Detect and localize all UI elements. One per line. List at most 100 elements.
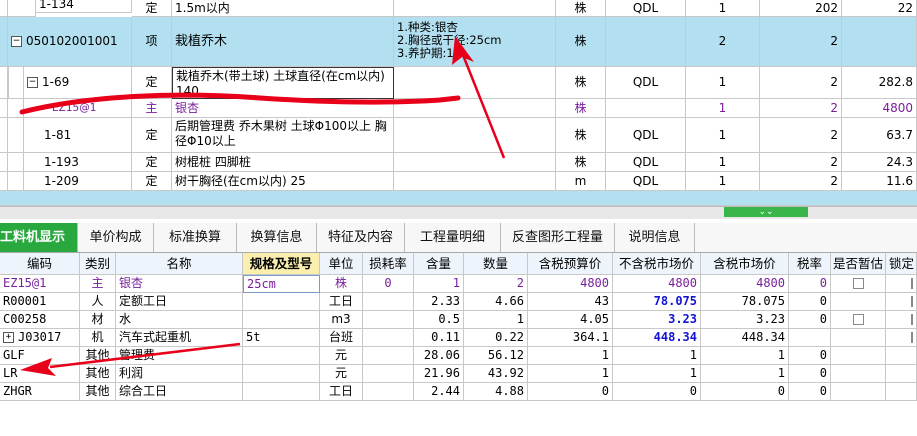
pane-splitter[interactable]: ⌄⌄: [0, 206, 917, 219]
code-cell-text: EZ15@1: [3, 276, 47, 290]
spec-cell: 5t: [243, 329, 320, 347]
header-loss-rate[interactable]: 损耗率: [363, 253, 414, 275]
table-row[interactable]: − 1-69 定 栽植乔木(带土球) 土球直径(在cm以内) 140 株 QDL…: [0, 67, 917, 99]
budget-price-cell: 1: [528, 365, 613, 383]
tab-material-display[interactable]: 工料机显示: [0, 223, 78, 252]
header-provisional[interactable]: 是否暂估: [831, 253, 886, 275]
header-market-price-in[interactable]: 含税市场价: [701, 253, 789, 275]
type-cell: 定: [132, 118, 172, 153]
spec-cell: [243, 365, 320, 383]
amount-cell: 202: [760, 0, 842, 17]
type-cell: 定: [132, 0, 172, 17]
lock-checkbox[interactable]: [911, 296, 913, 307]
header-tax-rate[interactable]: 税率: [789, 253, 831, 275]
code-cell: 1-209: [24, 172, 132, 191]
tax-rate-cell: 0: [789, 275, 831, 293]
table-row[interactable]: [0, 191, 917, 206]
table-row[interactable]: C00258 材 水 m3 0.5 1 4.05 3.23 3.23 0: [0, 311, 917, 329]
name-cell[interactable]: 银杏: [116, 275, 243, 293]
table-row[interactable]: 1-209 定 树干胸径(在cm以内) 25 m QDL 1 2 11.6: [0, 172, 917, 191]
header-budget-price[interactable]: 含税预算价: [528, 253, 613, 275]
spec-cell[interactable]: 25cm: [243, 275, 320, 293]
provisional-checkbox[interactable]: [852, 278, 864, 289]
tab-unit-price[interactable]: 单价构成: [78, 223, 154, 252]
tab-standard-conversion[interactable]: 标准换算: [154, 223, 237, 252]
header-content[interactable]: 含量: [414, 253, 464, 275]
name-cell: 树干胸径(在cm以内) 25: [172, 172, 394, 191]
table-row[interactable]: ZHGR 其他 综合工日 工日 2.44 4.88 0 0 0 0: [0, 383, 917, 401]
unit-cell: 工日: [320, 383, 363, 401]
header-lock[interactable]: 锁定: [886, 253, 917, 275]
expand-icon[interactable]: +: [3, 332, 14, 343]
header-name[interactable]: 名称: [116, 253, 243, 275]
tax-rate-cell-text: 0: [819, 366, 827, 380]
table-row[interactable]: 1-193 定 树棍桩 四脚桩 株 QDL 1 2 24.3: [0, 153, 917, 172]
loss-rate-cell: [363, 383, 414, 401]
code-cell-text: LR: [3, 366, 18, 380]
collapse-icon[interactable]: −: [27, 77, 38, 88]
splitter-toggle-icon[interactable]: ⌄⌄: [724, 207, 808, 217]
content-cell: 0.5: [414, 311, 464, 329]
table-row[interactable]: LR 其他 利润 元 21.96 43.92 1 1 1 0: [0, 365, 917, 383]
tab-quantity-detail[interactable]: 工程量明细: [405, 223, 501, 252]
code-cell: + J03017: [0, 329, 80, 347]
qdl-cell: QDL: [606, 118, 686, 153]
amount-cell: 2: [760, 67, 842, 99]
collapse-icon[interactable]: −: [11, 36, 22, 47]
content-cell: 28.06: [414, 347, 464, 365]
spec-cell-text: 5t: [246, 330, 261, 344]
provisional-checkbox[interactable]: [852, 314, 864, 325]
tab-features[interactable]: 特征及内容: [317, 223, 405, 252]
lock-checkbox[interactable]: [911, 278, 913, 289]
budget-price-cell-text: 0: [601, 384, 609, 398]
table-row[interactable]: 1-134 定 1.5m以内 株 QDL 1 202 22: [0, 0, 917, 17]
table-row[interactable]: GLF 其他 管理费 元 28.06 56.12 1 1 1 0: [0, 347, 917, 365]
spec-cell-text: 25cm: [247, 276, 276, 291]
lock-checkbox[interactable]: [911, 332, 913, 343]
type-cell: 定: [132, 153, 172, 172]
qdl-cell: QDL: [606, 67, 686, 99]
header-unit[interactable]: 单位: [320, 253, 363, 275]
type-cell-text: 其他: [85, 366, 110, 380]
lock-cell: [886, 365, 917, 383]
name-cell-text: 银杏: [119, 276, 144, 290]
table-row[interactable]: EZ15@1 主 银杏 25cm 株 0 1 2 4800 4800 4800 0: [0, 275, 917, 293]
header-code[interactable]: 编码: [0, 253, 80, 275]
name-cell: 后期管理费 乔木果树 土球Φ100以上 胸径Φ10以上: [172, 118, 394, 153]
market-price-ex-cell-text: 1: [689, 348, 697, 362]
table-row-selected[interactable]: − 050102001001 项 栽植乔木 1.种类:银杏 2.胸径或干径:25…: [0, 17, 917, 67]
header-quantity[interactable]: 数量: [464, 253, 528, 275]
table-row[interactable]: + J03017 机 汽车式起重机 5t 台班 0.11 0.22 364.1 448.34 448…: [0, 329, 917, 347]
tab-description[interactable]: 说明信息: [615, 223, 695, 252]
provisional-cell: [831, 275, 886, 293]
table-row[interactable]: 1-81 定 后期管理费 乔木果树 土球Φ100以上 胸径Φ10以上 株 QDL…: [0, 118, 917, 153]
name-cell[interactable]: 栽植乔木(带土球) 土球直径(在cm以内) 140: [172, 67, 394, 99]
name-cell-text: 管理费: [119, 348, 156, 362]
spec-cell: [243, 383, 320, 401]
spec-cell: [243, 311, 320, 329]
header-market-price-ex[interactable]: 不含税市场价: [613, 253, 701, 275]
tab-conversion-info[interactable]: 换算信息: [237, 223, 317, 252]
unit-cell: m3: [320, 311, 363, 329]
table-row[interactable]: R00001 人 定额工日 工日 2.33 4.66 43 78.075 78.075 0: [0, 293, 917, 311]
lock-checkbox[interactable]: [911, 314, 913, 325]
code-cell: LR: [0, 365, 80, 383]
tab-reverse-lookup[interactable]: 反查图形工程量: [501, 223, 615, 252]
content-cell-text: 1: [452, 276, 460, 290]
name-cell: 银杏: [172, 99, 394, 118]
name-cell-text: 汽车式起重机: [119, 330, 192, 344]
provisional-cell: [831, 365, 886, 383]
market-price-in-cell-text: 448.34: [741, 330, 785, 344]
content-cell-text: 28.06: [423, 348, 460, 362]
market-price-in-cell: 1: [701, 347, 789, 365]
market-price-ex-cell-text: 4800: [668, 276, 697, 290]
amount-cell: 2: [760, 99, 842, 118]
name-cell: 管理费: [116, 347, 243, 365]
type-cell: 定: [132, 67, 172, 99]
tax-rate-cell: 0: [789, 347, 831, 365]
header-spec[interactable]: 规格及型号: [243, 253, 320, 275]
market-price-in-cell-text: 3.23: [756, 312, 785, 326]
table-row[interactable]: EZ15@1 主 银杏 株 1 2 4800: [0, 99, 917, 118]
type-cell-text: 人: [91, 294, 104, 308]
header-type[interactable]: 类别: [80, 253, 116, 275]
